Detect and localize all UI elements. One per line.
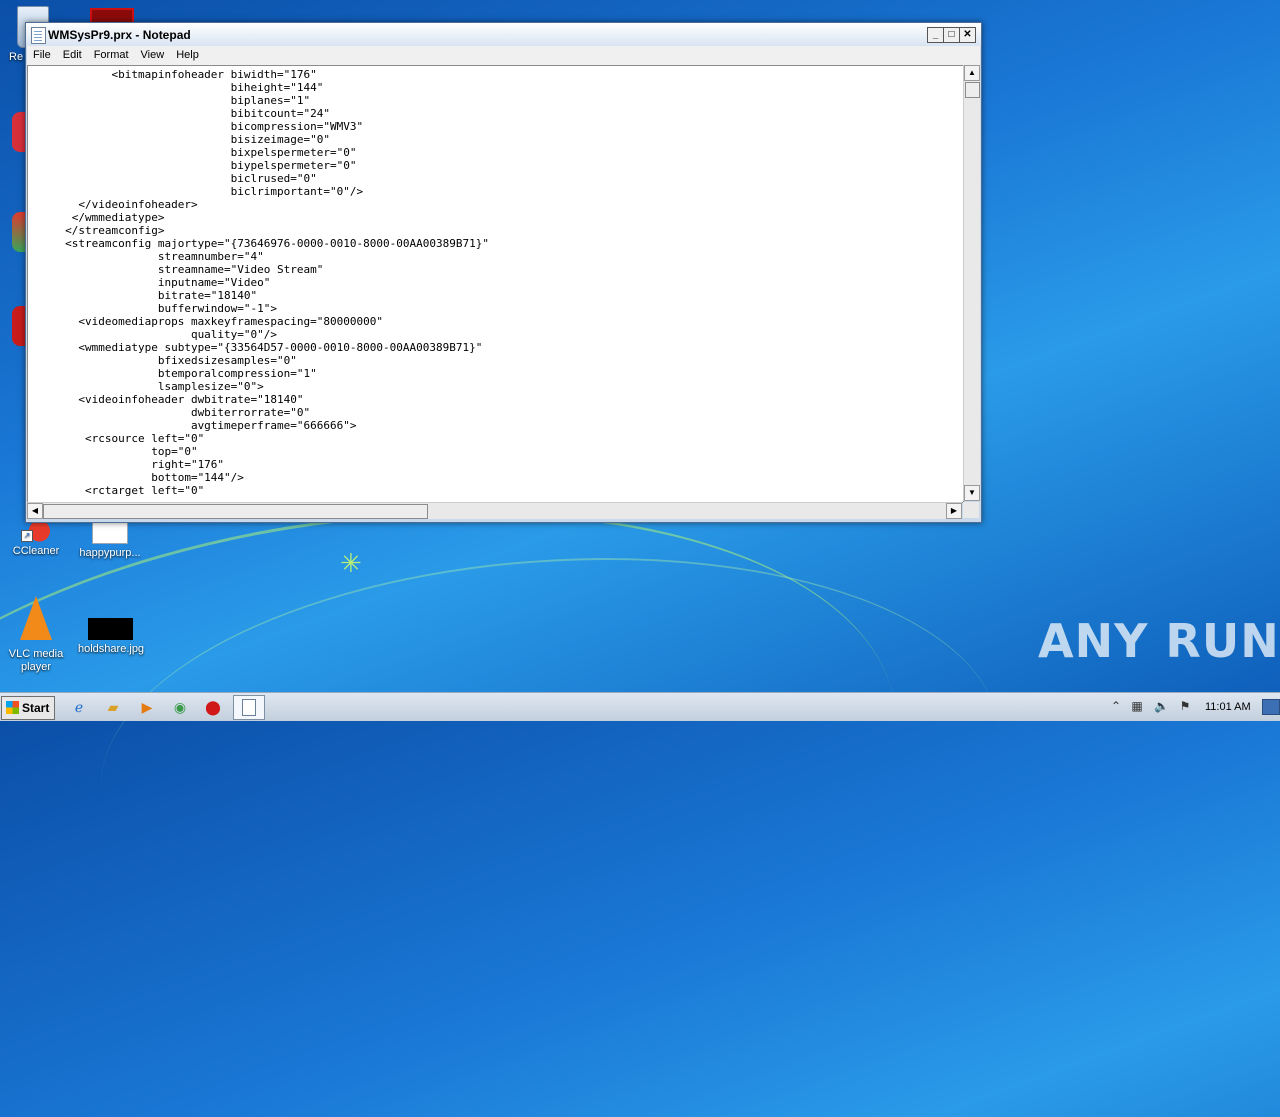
scroll-right-icon[interactable]: ▶ bbox=[946, 503, 962, 519]
notepad-icon bbox=[31, 27, 46, 44]
menu-format[interactable]: Format bbox=[88, 46, 135, 61]
clock[interactable]: 11:01 AM bbox=[1205, 701, 1251, 713]
internet-explorer-icon[interactable]: ℯ bbox=[68, 697, 90, 717]
desktop-icon-holdshare[interactable]: holdshare.jpg bbox=[78, 618, 145, 656]
menu-bar: File Edit Format View Help bbox=[27, 46, 980, 65]
wallpaper-swoosh-secondary bbox=[87, 529, 1013, 993]
start-label: Start bbox=[22, 701, 50, 715]
window-title: WMSysPr9.prx - Notepad bbox=[48, 28, 191, 42]
chrome-desktop-icon-2[interactable] bbox=[12, 212, 26, 252]
desktop-icon-vlc[interactable]: VLC media player bbox=[4, 596, 68, 674]
explorer-folder-icon[interactable]: ▰ bbox=[102, 697, 124, 717]
media-player-icon[interactable]: ▶ bbox=[136, 697, 158, 717]
scroll-down-icon[interactable]: ▼ bbox=[964, 485, 980, 501]
scroll-up-icon[interactable]: ▲ bbox=[964, 65, 980, 81]
maximize-button[interactable]: □ bbox=[943, 27, 960, 43]
resize-grip-icon[interactable] bbox=[963, 502, 979, 518]
chrome-desktop-icon[interactable] bbox=[12, 112, 26, 152]
horizontal-scrollbar[interactable]: ◀ ▶ bbox=[27, 502, 962, 519]
windows-logo-icon bbox=[6, 701, 19, 714]
scroll-left-icon[interactable]: ◀ bbox=[27, 503, 43, 519]
chrome-icon[interactable]: ◉ bbox=[169, 697, 191, 717]
ccleaner-icon: ↗ bbox=[19, 520, 53, 542]
vlc-cone-icon bbox=[20, 596, 52, 640]
volume-icon[interactable]: 🔈 bbox=[1154, 699, 1169, 713]
network-icon[interactable]: ▦ bbox=[1130, 699, 1144, 713]
file-content[interactable]: <bitmapinfoheader biwidth="176" biheight… bbox=[28, 66, 963, 497]
vertical-scroll-thumb[interactable] bbox=[965, 82, 980, 98]
text-file-icon bbox=[92, 520, 128, 544]
title-bar[interactable]: WMSysPr9.prx - Notepad _ □ ✕ bbox=[26, 23, 981, 46]
desktop-icon-label: VLC media player bbox=[8, 648, 64, 673]
menu-edit[interactable]: Edit bbox=[57, 46, 88, 61]
horizontal-scroll-thumb[interactable] bbox=[43, 504, 428, 519]
minimize-button[interactable]: _ bbox=[927, 27, 944, 43]
notepad-window[interactable]: WMSysPr9.prx - Notepad _ □ ✕ File Edit For… bbox=[25, 22, 982, 523]
opera-desktop-icon[interactable] bbox=[12, 306, 26, 346]
action-center-flag-icon[interactable]: ⚑ bbox=[1178, 699, 1192, 713]
notepad-taskbar-icon bbox=[242, 699, 256, 716]
opera-icon[interactable]: ⬤ bbox=[202, 697, 224, 717]
vertical-scrollbar[interactable]: ▲ ▼ bbox=[963, 65, 980, 501]
text-editor-area[interactable]: <bitmapinfoheader biwidth="176" biheight… bbox=[27, 65, 964, 503]
desktop-icon-label: holdshare.jpg bbox=[78, 643, 145, 655]
menu-view[interactable]: View bbox=[135, 46, 171, 61]
desktop-icon-label: CCleaner bbox=[12, 545, 60, 557]
shortcut-arrow-icon: ↗ bbox=[21, 530, 33, 542]
green-sparkle-icon: ✳ bbox=[340, 548, 362, 578]
desktop-icon-happypurp[interactable]: happypurp... bbox=[78, 520, 142, 560]
notepad-taskbar-button[interactable] bbox=[233, 695, 265, 720]
desktop-icon-ccleaner[interactable]: ↗ CCleaner bbox=[4, 520, 68, 558]
image-file-icon bbox=[87, 618, 133, 640]
show-desktop-button[interactable] bbox=[1262, 699, 1280, 715]
menu-file[interactable]: File bbox=[27, 46, 57, 61]
desktop-icon-label: happypurp... bbox=[79, 547, 141, 559]
start-button[interactable]: Start bbox=[1, 696, 55, 720]
menu-help[interactable]: Help bbox=[170, 46, 205, 61]
show-hidden-icons-icon[interactable]: ⌃ bbox=[1109, 699, 1123, 713]
close-button[interactable]: ✕ bbox=[959, 27, 976, 43]
taskbar: Start ℯ ▰ ▶ ◉ ⬤ ⌃ ▦ 🔈 ⚑ 11:01 AM bbox=[0, 692, 1280, 721]
anyrun-watermark: ANY RUN bbox=[1038, 614, 1280, 668]
